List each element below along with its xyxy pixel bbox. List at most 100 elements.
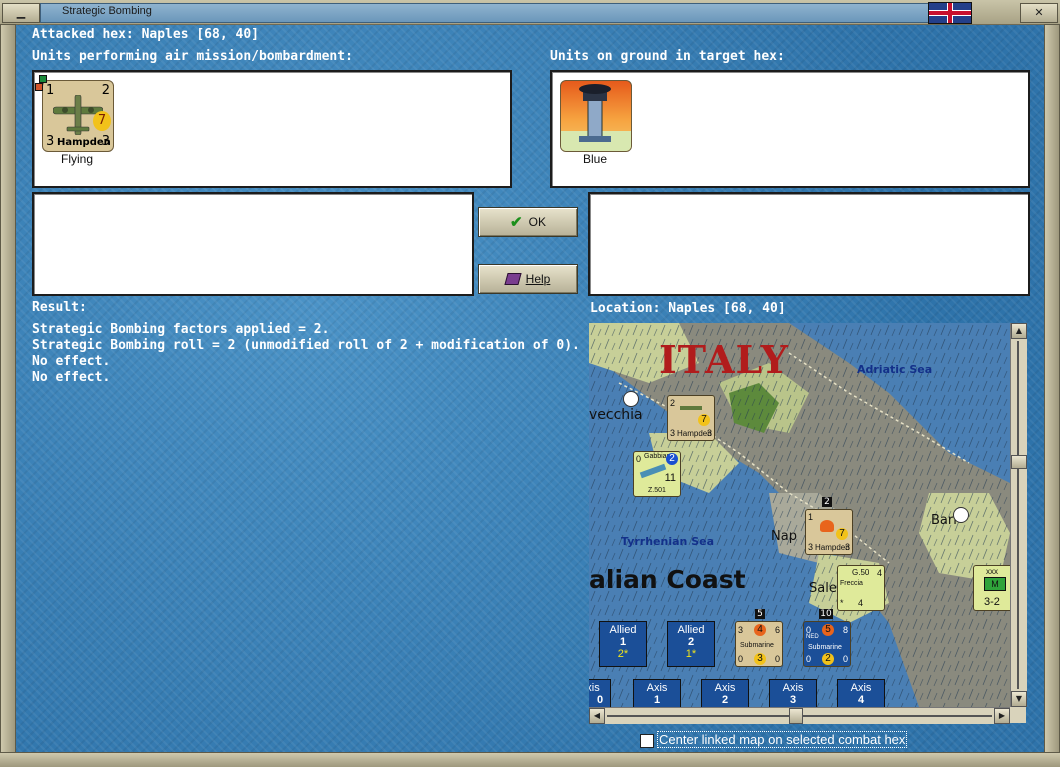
map-vertical-scrollbar[interactable]: ▲ ▼ (1010, 323, 1027, 707)
center-map-label[interactable]: Center linked map on selected combat hex (657, 731, 908, 748)
counter-stat: 3-2 (984, 596, 1000, 608)
counter-stat: 4 (754, 624, 766, 636)
location-label: Location: Naples [68, 40] (590, 301, 786, 316)
ground-units-label: Units on ground in target hex: (550, 49, 785, 64)
map-sea-label: Adriatic Sea (857, 363, 933, 376)
counter-stat: 3 (706, 428, 712, 438)
checkmark-icon: ✔ (510, 214, 523, 231)
map-country-label: ITALY (659, 337, 789, 382)
map-unit-submarine-ned[interactable]: 0 NED 5 8 Submarine 0 2 0 (803, 621, 851, 667)
target-factory-counter[interactable] (560, 80, 632, 152)
attacked-hex-label: Attacked hex: Naples [68, 40] (32, 27, 259, 42)
uk-flag-icon (928, 2, 972, 24)
scroll-thumb[interactable] (1011, 455, 1027, 469)
result-label: Result: (32, 300, 87, 315)
box-number: 0 (596, 694, 604, 706)
nation-label: NED (806, 634, 819, 640)
seaplane-icon (639, 463, 667, 479)
map-unit-submarine-allied[interactable]: 3 4 6 Submarine 0 3 0 (735, 621, 783, 667)
map-horizontal-scrollbar[interactable]: ◀ ▶ (589, 707, 1010, 724)
ok-button[interactable]: ✔ OK (478, 207, 578, 237)
map-unit-gabbiano[interactable]: 0 Gabbiano 2 11 Z.501 (633, 451, 681, 497)
scroll-left-icon[interactable]: ◀ (589, 708, 605, 724)
map-city-label: Nap (771, 529, 797, 544)
ground-units-panel: Blue (550, 70, 1030, 188)
aircraft-icon (680, 406, 702, 410)
center-map-checkbox[interactable] (640, 734, 654, 748)
map-unit-g50[interactable]: G.50 Freccia * 4 4 (837, 565, 885, 611)
box-side-label: Axis (850, 682, 872, 694)
factory-chimney-icon (561, 84, 631, 151)
air-units-panel: 1 2 7 3 Hampden 3 Flying (32, 70, 512, 188)
counter-stat: 0 (806, 654, 812, 664)
stack-count: 5 (755, 609, 765, 619)
scroll-thumb[interactable] (789, 708, 803, 724)
counter-stat: 6 (774, 625, 780, 635)
map-unit-hampden[interactable]: 2 7 3 Hampden 3 (667, 395, 715, 441)
stack-count: 2 (822, 497, 832, 507)
unit-status-caption: Flying (60, 152, 93, 166)
result-line: Strategic Bombing factors applied = 2. (32, 322, 330, 337)
title-strip (40, 3, 932, 23)
box-side-label: Axis (646, 682, 668, 694)
result-line: No effect. (32, 370, 111, 385)
counter-stat: 2 (822, 653, 834, 665)
counter-stat: 0 (636, 454, 642, 464)
close-button[interactable]: ✕ (1020, 3, 1058, 23)
port-anchor-icon (623, 391, 639, 407)
box-number: 4 (857, 694, 865, 706)
box-number: 3 (789, 694, 797, 706)
counter-stat: 2 (670, 398, 676, 408)
box-side-label: Axis (782, 682, 804, 694)
box-side-label: xis (589, 682, 600, 694)
map-unit-hampden-naples[interactable]: 1 7 3 Hampden 3 (805, 509, 853, 555)
bottom-frame (0, 752, 1060, 767)
help-button[interactable]: Help (478, 264, 578, 294)
box-side-label: Allied (677, 624, 705, 636)
box-extra: 1* (685, 648, 697, 660)
attacker-details-panel (32, 192, 474, 296)
allied-box-2[interactable]: Allied 2 1* (667, 621, 715, 667)
counter-stat: 7 (836, 528, 848, 540)
map-city-label: Sale (809, 581, 837, 596)
ok-button-label: OK (528, 215, 546, 229)
counter-stat: 2 (666, 453, 678, 465)
unit-status-caption: Blue (582, 152, 608, 166)
counter-unit-name: Z.501 (648, 487, 666, 494)
right-frame (1044, 24, 1060, 754)
status-marker-icon (35, 83, 43, 91)
counter-stat: 3 (670, 428, 676, 438)
counter-stat: * (840, 598, 844, 608)
axis-box-1[interactable]: Axis 1 (633, 679, 681, 707)
counter-stat: 8 (842, 625, 848, 635)
map-city-label: vecchia (589, 407, 643, 423)
axis-box-4[interactable]: Axis 4 (837, 679, 885, 707)
allied-box-1[interactable]: Allied 1 2* (599, 621, 647, 667)
scroll-right-icon[interactable]: ▶ (994, 708, 1010, 724)
counter-unit-name: Submarine (740, 642, 774, 649)
counter-stat: 3 (754, 653, 766, 665)
scroll-down-icon[interactable]: ▼ (1011, 691, 1027, 707)
explosion-icon (820, 520, 834, 532)
counter-stat: 0 (738, 654, 744, 664)
counter-stat: 0 (842, 654, 848, 664)
defender-details-panel (588, 192, 1030, 296)
map-unit-xxx[interactable]: xxx M 3-2 (973, 565, 1010, 611)
port-anchor-icon (953, 507, 969, 523)
box-number: 1 (653, 694, 661, 706)
result-line: No effect. (32, 354, 111, 369)
axis-box-0[interactable]: xis 0 (589, 679, 611, 707)
axis-box-3[interactable]: Axis 3 (769, 679, 817, 707)
help-button-label: Help (525, 272, 551, 286)
scroll-up-icon[interactable]: ▲ (1011, 323, 1027, 339)
counter-unit-name: G.50 (852, 568, 870, 577)
counter-stat: 11 (664, 472, 676, 484)
air-units-label: Units performing air mission/bombardment… (32, 49, 353, 64)
unit-counter-hampden[interactable]: 1 2 7 3 Hampden 3 (35, 75, 114, 152)
location-map[interactable]: ITALY Adriatic Sea Tyrrhenian Sea alian … (589, 323, 1010, 707)
minimize-button[interactable]: ▁ (2, 3, 40, 23)
left-frame (0, 24, 16, 754)
axis-box-2[interactable]: Axis 2 (701, 679, 749, 707)
box-side-label: Axis (714, 682, 736, 694)
counter-stat: 7 (93, 111, 111, 131)
